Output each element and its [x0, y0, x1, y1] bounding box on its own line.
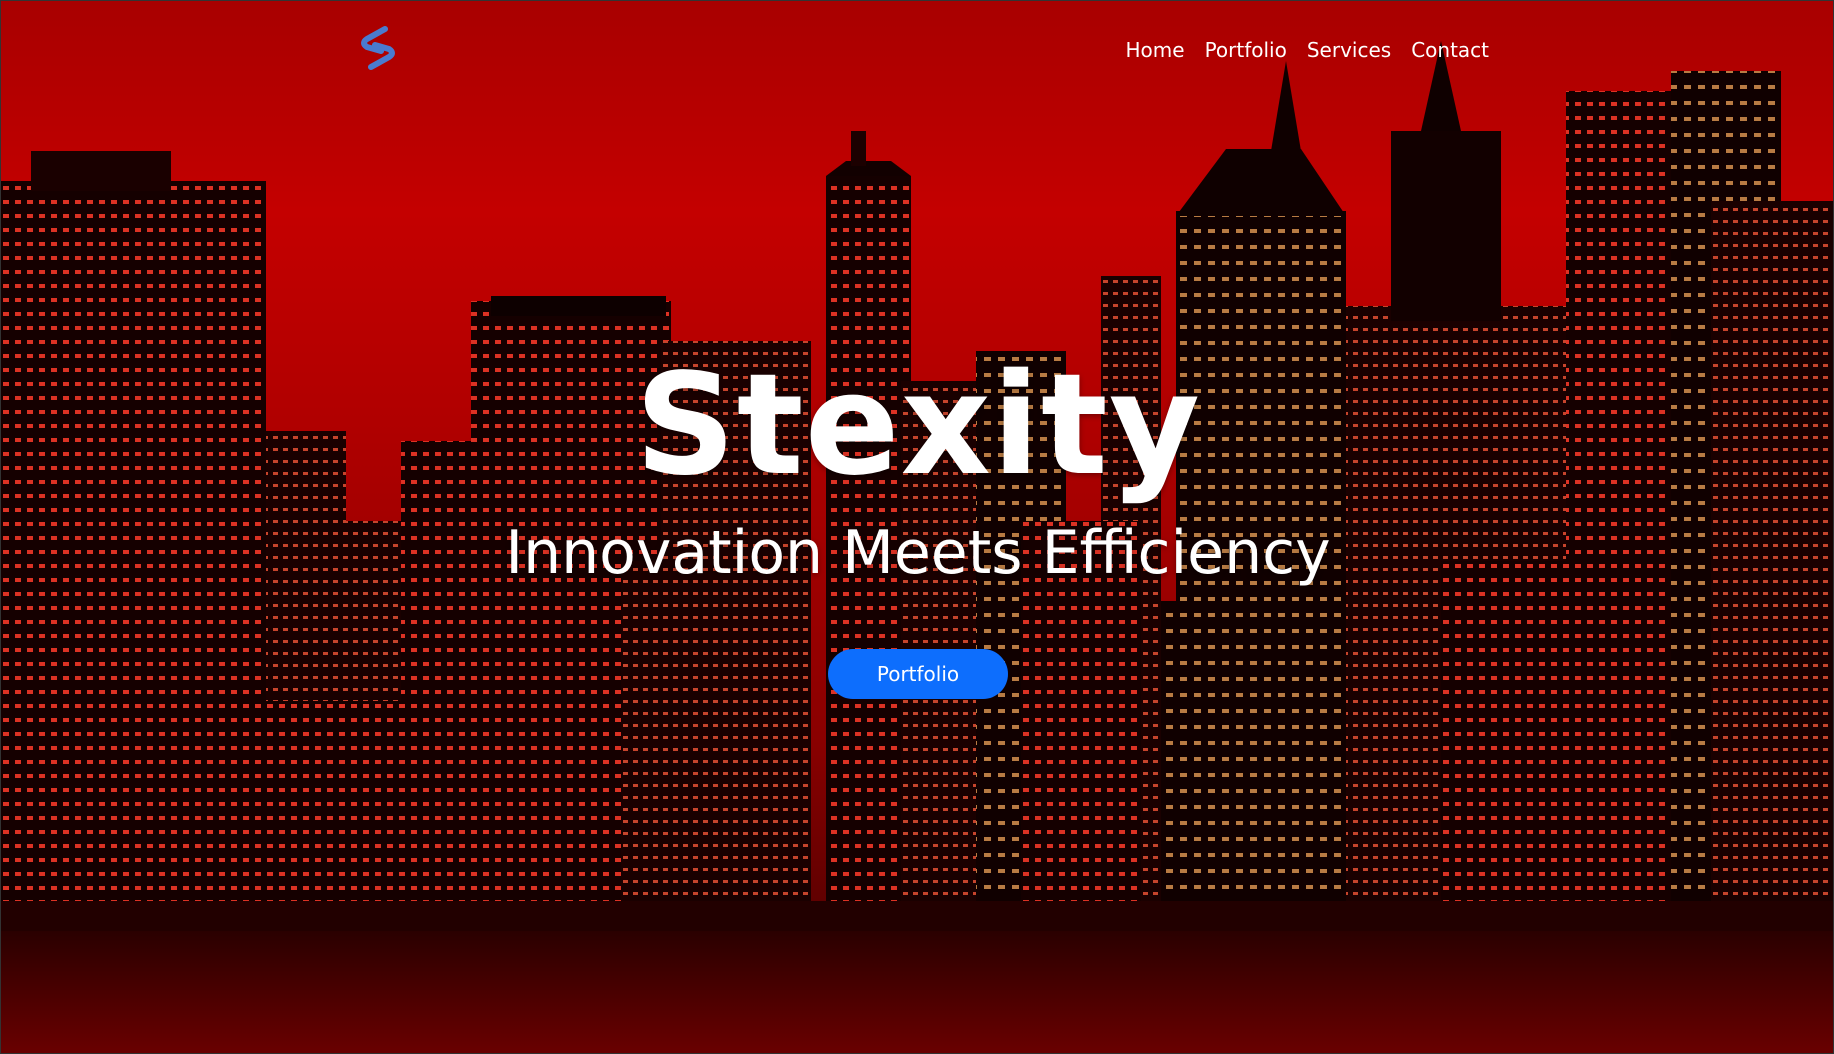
- nav-services-link[interactable]: Services: [1307, 38, 1391, 62]
- nav-portfolio-link[interactable]: Portfolio: [1205, 38, 1287, 62]
- landing-page: Home Portfolio Services Contact Stexity …: [0, 0, 1834, 1054]
- hero-subtitle: Innovation Meets Efficiency: [505, 518, 1331, 588]
- nav-contact-link[interactable]: Contact: [1411, 38, 1489, 62]
- hero-title: Stexity: [634, 344, 1202, 507]
- portfolio-button[interactable]: Portfolio: [828, 649, 1008, 699]
- stexity-logo-icon[interactable]: [351, 21, 405, 75]
- site-header: Home Portfolio Services Contact: [1, 1, 1833, 101]
- nav-home-link[interactable]: Home: [1126, 38, 1185, 62]
- main-nav: Home Portfolio Services Contact: [1126, 38, 1490, 62]
- hero-content: Stexity Innovation Meets Efficiency Port…: [1, 344, 1833, 699]
